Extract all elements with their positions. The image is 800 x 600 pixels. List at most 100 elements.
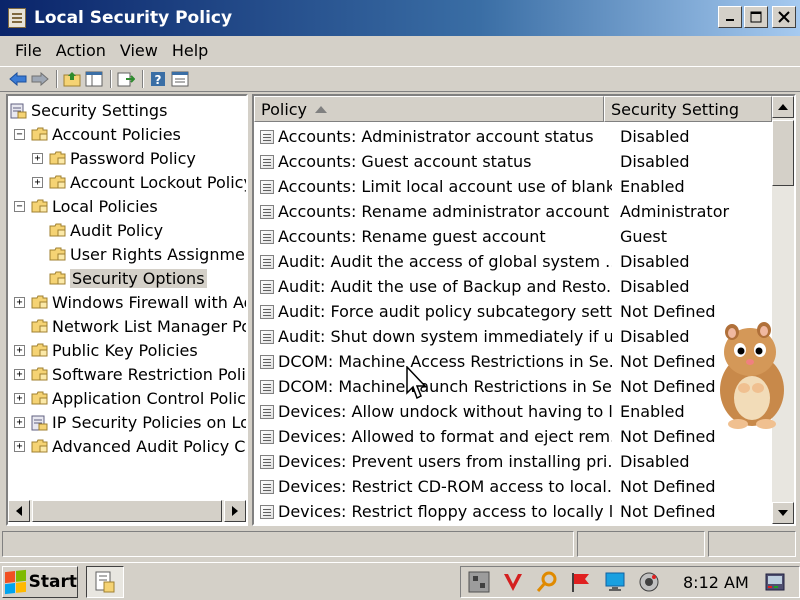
back-button[interactable] xyxy=(8,69,28,89)
scroll-up-arrow-icon xyxy=(778,104,788,110)
policy-icon xyxy=(260,479,274,494)
expand-icon[interactable]: + xyxy=(14,344,25,356)
expand-icon[interactable]: + xyxy=(14,368,25,380)
policy-name: Devices: Allow undock without having to … xyxy=(278,402,612,421)
windows-logo-icon xyxy=(5,569,26,594)
policy-row[interactable]: Accounts: Rename administrator account Ad… xyxy=(254,199,772,224)
flag-icon[interactable] xyxy=(569,570,593,594)
menu-view[interactable]: View xyxy=(113,41,165,60)
collapse-icon[interactable]: − xyxy=(14,200,25,212)
policy-row[interactable]: Accounts: Rename guest account Guest xyxy=(254,224,772,249)
policy-setting: Not Defined xyxy=(620,427,716,446)
scroll-down-button[interactable] xyxy=(772,502,794,524)
help-button[interactable]: ? xyxy=(148,69,168,89)
folder-icon xyxy=(31,343,48,357)
maximize-button[interactable] xyxy=(744,6,768,28)
forward-button[interactable] xyxy=(30,69,50,89)
tree-item[interactable]: − Account Policies xyxy=(14,122,181,146)
media-player-icon[interactable] xyxy=(763,570,787,594)
tree-item[interactable]: + Software Restriction Policie xyxy=(14,362,246,386)
expand-icon[interactable]: + xyxy=(14,296,25,308)
tree-item[interactable]: + Advanced Audit Policy Conf xyxy=(14,434,246,458)
tree-item[interactable]: − Local Policies xyxy=(14,194,158,218)
console-tree[interactable]: Security Settings − Account Policies + Passw… xyxy=(6,94,248,526)
tree-item[interactable]: + Public Key Policies xyxy=(14,338,198,362)
tree-item[interactable]: + IP Security Policies on Loca xyxy=(14,410,246,434)
network-icon[interactable] xyxy=(467,570,491,594)
speaker-icon[interactable] xyxy=(637,570,661,594)
policy-row[interactable]: Audit: Force audit policy subcategory se… xyxy=(254,299,772,324)
policy-row[interactable]: DCOM: Machine Access Restrictions in Se.… xyxy=(254,349,772,374)
policy-row[interactable]: DCOM: Machine Launch Restrictions in Se.… xyxy=(254,374,772,399)
policy-row[interactable]: Audit: Shut down system immediately if u… xyxy=(254,324,772,349)
policy-icon xyxy=(260,179,274,194)
policy-row[interactable]: Devices: Prevent users from installing p… xyxy=(254,449,772,474)
search-icon[interactable] xyxy=(535,570,559,594)
expand-icon[interactable]: + xyxy=(14,416,25,428)
policy-row[interactable]: Devices: Allow undock without having to … xyxy=(254,399,772,424)
taskbar-local-security-policy[interactable] xyxy=(86,565,124,598)
antivirus-icon[interactable] xyxy=(501,570,525,594)
expand-icon[interactable]: + xyxy=(32,176,43,188)
export-list-button[interactable] xyxy=(116,69,136,89)
up-folder-button[interactable] xyxy=(62,69,82,89)
tree-scroll-right-button[interactable] xyxy=(224,500,246,522)
column-header-policy-label: Policy xyxy=(261,99,308,119)
minimize-button[interactable] xyxy=(718,6,742,28)
close-button[interactable] xyxy=(772,6,796,28)
policy-row[interactable]: Devices: Allowed to format and eject rem… xyxy=(254,424,772,449)
tree-item[interactable]: + Password Policy xyxy=(32,146,196,170)
list-scroll-thumb[interactable] xyxy=(772,120,794,186)
column-header-setting[interactable]: Security Setting xyxy=(604,96,772,122)
tree-item[interactable]: Network List Manager Polic xyxy=(14,314,246,338)
policy-name: Devices: Prevent users from installing p… xyxy=(278,452,612,471)
policy-list[interactable]: Policy Security Setting Accounts: Admini… xyxy=(252,94,796,526)
expand-icon[interactable]: + xyxy=(14,392,25,404)
tree-item[interactable]: Audit Policy xyxy=(32,218,163,242)
tree-item[interactable]: Security Options xyxy=(32,266,207,290)
up-folder-icon xyxy=(63,72,81,87)
policy-row[interactable]: Audit: Audit the access of global system… xyxy=(254,249,772,274)
show-hide-tree-button[interactable] xyxy=(84,69,104,89)
list-vertical-scrollbar[interactable] xyxy=(772,96,794,524)
monitor-icon[interactable] xyxy=(603,570,627,594)
tree-scroll-thumb[interactable] xyxy=(32,500,222,522)
tree-item[interactable]: User Rights Assignment xyxy=(32,242,246,266)
menu-action[interactable]: Action xyxy=(49,41,113,60)
tree-item-label: Account Lockout Policy xyxy=(70,172,248,192)
tree-scroll-left-button[interactable] xyxy=(8,500,30,522)
status-pane-2 xyxy=(577,531,705,557)
expand-icon[interactable]: + xyxy=(32,152,43,164)
policy-name: Audit: Force audit policy subcategory se… xyxy=(278,302,612,321)
folder-icon xyxy=(31,199,48,213)
expand-icon[interactable]: + xyxy=(14,440,25,452)
svg-text:?: ? xyxy=(155,73,162,87)
tree-horizontal-scrollbar[interactable] xyxy=(8,500,246,522)
policy-setting: Administrator xyxy=(620,202,730,221)
tree-item[interactable]: + Windows Firewall with Adv xyxy=(14,290,246,314)
collapse-icon[interactable]: − xyxy=(14,128,25,140)
menu-bar: File Action View Help xyxy=(0,36,800,64)
scroll-up-button[interactable] xyxy=(772,96,794,118)
properties-button[interactable] xyxy=(170,69,190,89)
start-button[interactable]: Start xyxy=(2,565,78,598)
mouse-cursor-icon xyxy=(406,366,427,400)
tree-item[interactable]: + Application Control Policies xyxy=(14,386,246,410)
back-arrow-icon xyxy=(9,72,27,86)
policy-row[interactable]: Accounts: Limit local account use of bla… xyxy=(254,174,772,199)
policy-row[interactable]: Accounts: Guest account status Disabled xyxy=(254,149,772,174)
column-header-policy[interactable]: Policy xyxy=(254,96,604,122)
clock[interactable]: 8:12 AM xyxy=(683,573,749,592)
policy-name: Accounts: Limit local account use of bla… xyxy=(278,177,612,196)
policy-row[interactable]: Accounts: Administrator account status Di… xyxy=(254,124,772,149)
tree-item[interactable]: + Account Lockout Policy xyxy=(32,170,248,194)
menu-file[interactable]: File xyxy=(8,41,49,60)
policy-row[interactable]: Devices: Restrict floppy access to local… xyxy=(254,499,772,524)
title-bar[interactable]: Local Security Policy xyxy=(0,0,800,36)
policy-row[interactable]: Devices: Restrict CD-ROM access to local… xyxy=(254,474,772,499)
scroll-down-arrow-icon xyxy=(778,510,788,516)
security-settings-icon xyxy=(10,103,27,119)
tree-item[interactable]: Security Settings xyxy=(10,98,167,122)
policy-row[interactable]: Audit: Audit the use of Backup and Resto… xyxy=(254,274,772,299)
menu-help[interactable]: Help xyxy=(165,41,215,60)
